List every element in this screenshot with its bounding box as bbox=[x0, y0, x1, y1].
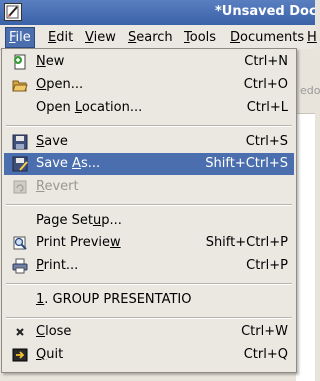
label-mnemonic: u bbox=[92, 213, 102, 228]
menu-item-close[interactable]: Close Ctrl+W bbox=[4, 321, 294, 343]
menu-item-label: Print... bbox=[36, 255, 78, 277]
file-menu-dropdown: New Ctrl+N Open... Ctrl+O Open Location.… bbox=[1, 48, 297, 373]
menu-item-accelerator: Shift+Ctrl+P bbox=[205, 235, 288, 250]
menu-separator bbox=[6, 283, 292, 285]
toolbar bbox=[296, 49, 315, 114]
close-icon bbox=[12, 324, 28, 340]
menu-item-label: Open Location... bbox=[36, 97, 142, 119]
label-post: p... bbox=[101, 213, 122, 228]
menu-item-label: Open... bbox=[36, 74, 83, 96]
menu-search-rest: earch bbox=[136, 30, 173, 45]
menu-item-accelerator: Ctrl+L bbox=[246, 100, 288, 115]
menu-separator bbox=[6, 317, 292, 319]
menu-item-label: 1. GROUP PRESENTATIO bbox=[36, 289, 191, 311]
label-post: ave bbox=[44, 134, 68, 149]
label-post: s... bbox=[80, 156, 101, 171]
menu-item-save-as[interactable]: Save As... Shift+Ctrl+S bbox=[4, 153, 294, 175]
menu-documents[interactable]: Documents bbox=[227, 28, 307, 47]
label-pre: Page Set bbox=[36, 213, 93, 228]
print-preview-icon bbox=[12, 235, 28, 251]
menu-separator bbox=[6, 204, 292, 206]
printer-icon bbox=[12, 258, 28, 274]
menu-file-rest: ile bbox=[15, 30, 31, 45]
label-pre: Save bbox=[36, 156, 73, 171]
menu-item-open[interactable]: Open... Ctrl+O bbox=[4, 74, 294, 96]
revert-icon bbox=[12, 179, 28, 195]
menu-tools[interactable]: Tools bbox=[181, 28, 219, 47]
menu-separator bbox=[6, 125, 292, 127]
menu-help-mnemonic: H bbox=[307, 30, 317, 45]
label-pre: Open bbox=[36, 100, 75, 115]
menu-item-page-setup[interactable]: Page Setup... bbox=[4, 210, 294, 232]
open-folder-icon bbox=[12, 77, 28, 93]
menu-tools-rest: ools bbox=[189, 30, 217, 45]
label-post: lose bbox=[45, 324, 72, 339]
menu-item-label: Close bbox=[36, 321, 71, 343]
label-post: pen... bbox=[46, 77, 84, 92]
toolbar-button-label: edo bbox=[300, 84, 320, 97]
label-pre: Print Previe bbox=[36, 235, 111, 250]
menu-item-save[interactable]: Save Ctrl+S bbox=[4, 131, 294, 153]
menu-documents-rest: ocuments bbox=[240, 30, 305, 45]
menu-item-accelerator: Ctrl+N bbox=[244, 54, 288, 69]
menu-documents-mnemonic: D bbox=[230, 30, 241, 45]
menu-item-quit[interactable]: Quit Ctrl+Q bbox=[4, 344, 294, 366]
menu-view[interactable]: View bbox=[82, 28, 119, 47]
label-post: ocation... bbox=[81, 100, 143, 115]
menu-item-accelerator: Shift+Ctrl+S bbox=[205, 156, 288, 171]
menu-item-label: Print Preview bbox=[36, 232, 121, 254]
menu-item-print-preview[interactable]: Print Preview Shift+Ctrl+P bbox=[4, 232, 294, 254]
label-mnemonic: A bbox=[72, 156, 81, 171]
menu-view-rest: iew bbox=[93, 30, 116, 45]
save-as-icon bbox=[12, 156, 28, 172]
text-editor-app-icon[interactable] bbox=[4, 3, 22, 21]
menu-item-label: Save As... bbox=[36, 153, 100, 175]
menu-item-accelerator: Ctrl+S bbox=[245, 134, 288, 149]
quit-icon bbox=[12, 347, 28, 363]
menu-search[interactable]: Search bbox=[125, 28, 176, 47]
label-post: evert bbox=[44, 179, 79, 194]
menu-bar: File Edit View Search Tools Documents H bbox=[0, 25, 317, 50]
menu-item-open-location[interactable]: Open Location... Ctrl+L bbox=[4, 97, 294, 119]
menu-item-label: Quit bbox=[36, 344, 63, 366]
label-post: . GROUP PRESENTATIO bbox=[44, 292, 192, 307]
label-mnemonic: C bbox=[36, 324, 46, 339]
menu-help[interactable]: H bbox=[304, 28, 320, 47]
menu-item-print[interactable]: Print... Ctrl+P bbox=[4, 255, 294, 277]
menu-item-accelerator: Ctrl+Q bbox=[243, 347, 288, 362]
save-disk-icon bbox=[12, 134, 28, 150]
menu-item-accelerator: Ctrl+W bbox=[241, 324, 288, 339]
menu-edit-mnemonic: E bbox=[48, 30, 57, 45]
new-document-icon bbox=[12, 54, 28, 70]
menu-view-mnemonic: V bbox=[85, 30, 94, 45]
menu-item-revert: Revert bbox=[4, 176, 294, 198]
menu-item-label: Save bbox=[36, 131, 68, 153]
label-mnemonic: N bbox=[36, 54, 46, 69]
label-post: ew bbox=[45, 54, 65, 69]
label-mnemonic: P bbox=[36, 258, 44, 273]
menu-item-accelerator: Ctrl+P bbox=[246, 258, 288, 273]
title-bar: *Unsaved Docun bbox=[0, 0, 315, 25]
menu-item-recent-1[interactable]: 1. GROUP PRESENTATIO bbox=[4, 289, 294, 311]
label-mnemonic: O bbox=[36, 77, 47, 92]
menu-edit[interactable]: Edit bbox=[45, 28, 76, 47]
menu-item-label: New bbox=[36, 51, 64, 73]
label-mnemonic: Q bbox=[36, 347, 47, 362]
menu-item-accelerator: Ctrl+O bbox=[243, 77, 288, 92]
label-mnemonic: L bbox=[74, 100, 82, 115]
label-post: rint... bbox=[43, 258, 79, 273]
menu-item-label: Revert bbox=[36, 176, 79, 198]
label-mnemonic: w bbox=[110, 235, 121, 250]
label-post: uit bbox=[46, 347, 64, 362]
window-title: *Unsaved Docun bbox=[215, 4, 315, 19]
menu-edit-rest: dit bbox=[56, 30, 74, 45]
menu-item-new[interactable]: New Ctrl+N bbox=[4, 51, 294, 73]
menu-item-label: Page Setup... bbox=[36, 210, 122, 232]
menu-file[interactable]: File bbox=[5, 27, 35, 48]
